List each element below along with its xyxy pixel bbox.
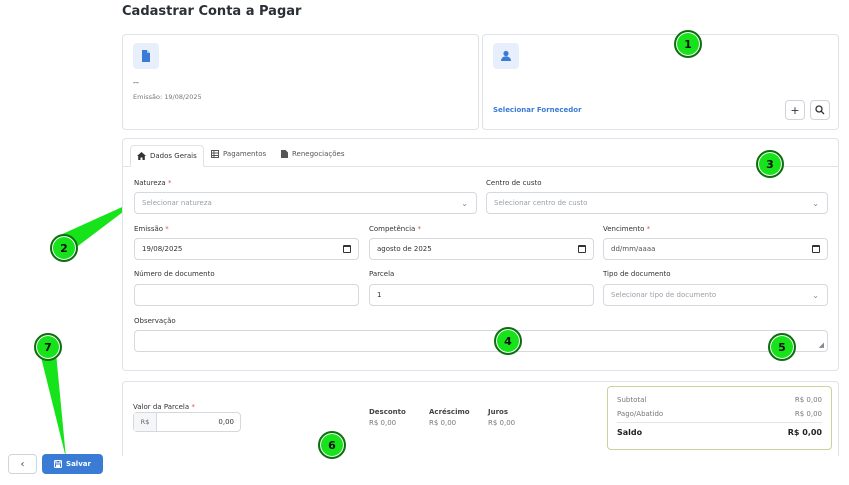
marker-7: 7 — [34, 333, 62, 361]
page-title: Cadastrar Conta a Pagar — [122, 4, 302, 19]
parcela-input[interactable]: 1 — [369, 284, 594, 306]
document-icon — [281, 150, 288, 158]
currency-prefix: R$ — [134, 413, 157, 431]
competencia-label: Competência * — [369, 225, 422, 233]
desconto-block: Desconto R$ 0,00 — [369, 408, 406, 427]
marker-2: 2 — [50, 234, 78, 262]
acrescimo-label: Acréscimo — [429, 408, 470, 416]
summary-box: Subtotal R$ 0,00 Pago/Abatido R$ 0,00 Sald… — [607, 386, 832, 450]
natureza-select[interactable]: Selecionar natureza ⌄ — [134, 192, 477, 214]
valor-parcela-input[interactable]: 0,00 — [157, 413, 240, 431]
user-icon — [501, 50, 511, 61]
select-supplier-link[interactable]: Selecionar Fornecedor — [493, 106, 582, 114]
home-icon — [137, 152, 146, 160]
save-label: Salvar — [66, 460, 91, 468]
tipo-doc-select[interactable]: Selecionar tipo de documento ⌄ — [603, 284, 828, 306]
marker-5: 5 — [768, 333, 796, 361]
document-icon — [142, 50, 150, 62]
plus-icon: + — [790, 103, 800, 117]
document-icon-box — [133, 43, 159, 69]
subtotal-row: Subtotal R$ 0,00 — [617, 396, 822, 404]
valor-parcela-label: Valor da Parcela * — [133, 403, 195, 411]
valor-parcela-group: R$ 0,00 — [133, 412, 241, 432]
save-icon — [54, 460, 63, 468]
parcela-label: Parcela — [369, 270, 395, 278]
vencimento-input[interactable]: dd/mm/aaaa — [603, 238, 828, 260]
save-button[interactable]: Salvar — [42, 454, 103, 474]
competencia-input[interactable]: agosto de 2025 — [369, 238, 594, 260]
observacao-textarea[interactable]: ◢ — [134, 330, 828, 352]
add-supplier-button[interactable]: + — [785, 100, 805, 120]
tab-pagamentos[interactable]: Pagamentos — [211, 150, 266, 158]
chevron-down-icon: ⌄ — [812, 291, 819, 300]
search-supplier-button[interactable] — [810, 100, 830, 120]
marker-3: 3 — [756, 150, 784, 178]
supplier-card: Selecionar Fornecedor + — [482, 34, 839, 130]
back-button[interactable]: ‹ — [8, 454, 37, 474]
numero-doc-label: Número de documento — [134, 270, 215, 278]
natureza-label: Natureza * — [134, 179, 172, 187]
document-value: -- — [133, 78, 139, 87]
document-card: -- Emissão: 19/08/2025 — [122, 34, 479, 130]
calendar-icon — [578, 245, 586, 253]
saldo-row: Saldo R$ 0,00 — [617, 428, 822, 437]
marker-4: 4 — [494, 327, 522, 355]
search-icon — [815, 105, 825, 115]
calendar-icon — [812, 245, 820, 253]
juros-label: Juros — [488, 408, 509, 416]
chevron-down-icon: ⌄ — [812, 199, 819, 208]
observacao-label: Observação — [134, 317, 176, 325]
chevron-down-icon: ⌄ — [461, 199, 468, 208]
values-card: Valor da Parcela * R$ 0,00 Desconto R$ 0… — [122, 381, 839, 456]
juros-block: Juros R$ 0,00 — [488, 408, 515, 427]
marker-1: 1 — [674, 30, 702, 58]
marker-6: 6 — [318, 431, 346, 459]
emission-date: Emissão: 19/08/2025 — [133, 93, 202, 101]
emissao-input[interactable]: 19/08/2025 — [134, 238, 359, 260]
emissao-label: Emissão * — [134, 225, 169, 233]
pago-row: Pago/Abatido R$ 0,00 — [617, 410, 822, 418]
form-card: Dados Gerais Pagamentos Renegociações Na… — [122, 138, 839, 371]
centro-label: Centro de custo — [486, 179, 542, 187]
user-icon-box — [493, 43, 519, 69]
desconto-label: Desconto — [369, 408, 406, 416]
centro-select[interactable]: Selecionar centro de custo ⌄ — [486, 192, 828, 214]
tab-label: Renegociações — [292, 150, 345, 158]
table-icon — [211, 150, 219, 158]
desconto-value: R$ 0,00 — [369, 419, 397, 427]
acrescimo-block: Acréscimo R$ 0,00 — [429, 408, 470, 427]
resize-handle-icon[interactable]: ◢ — [819, 341, 824, 349]
acrescimo-value: R$ 0,00 — [429, 419, 457, 427]
tipo-doc-label: Tipo de documento — [603, 270, 671, 278]
tab-label: Dados Gerais — [150, 152, 197, 160]
tab-renegociacoes[interactable]: Renegociações — [281, 150, 345, 158]
chevron-left-icon: ‹ — [20, 458, 25, 470]
vencimento-label: Vencimento * — [603, 225, 651, 233]
calendar-icon — [343, 245, 351, 253]
tab-dados-gerais[interactable]: Dados Gerais — [130, 145, 204, 167]
juros-value: R$ 0,00 — [488, 419, 516, 427]
numero-doc-input[interactable] — [134, 284, 359, 306]
tab-label: Pagamentos — [223, 150, 267, 158]
summary-divider — [617, 422, 822, 423]
arrow-7 — [40, 353, 66, 458]
